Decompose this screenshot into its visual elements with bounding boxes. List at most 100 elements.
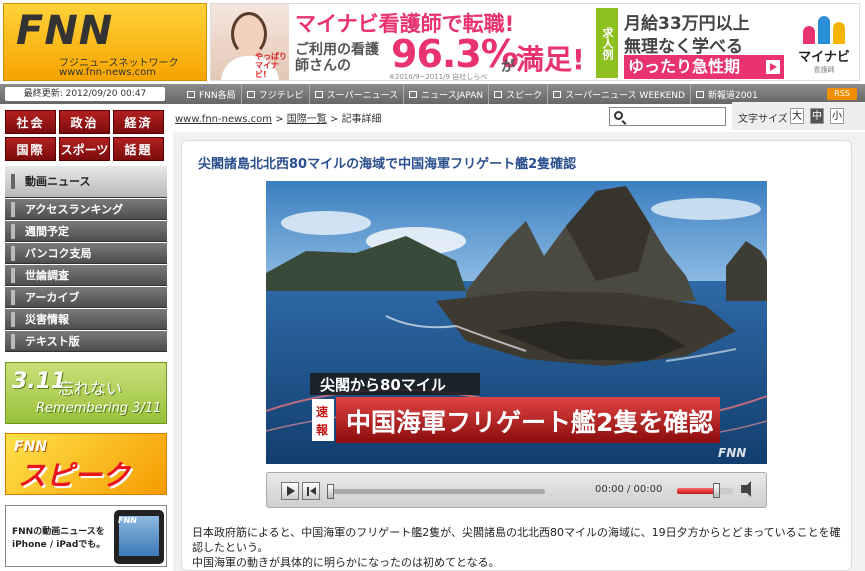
mynavi-mark-bar xyxy=(818,16,830,44)
network-links: FNN各局 フジテレビ スーパーニュース ニュースJAPAN スピーク スーパー… xyxy=(182,84,763,104)
breadcrumb: www.fnn-news.com > 国際一覧 > 記事詳細 xyxy=(175,110,382,125)
breadcrumb-home[interactable]: www.fnn-news.com xyxy=(175,114,272,125)
video-caption-big: 中国海軍フリゲート艦2隻を確認 xyxy=(346,408,713,437)
mynavi-logo: マイナビ 看護師 xyxy=(791,8,857,78)
category-international[interactable]: 国際 xyxy=(5,137,56,161)
font-size-small-button[interactable]: 小 xyxy=(830,108,844,124)
nav-link-label: フジテレビ xyxy=(258,90,304,101)
tv-icon xyxy=(246,90,255,98)
search-box[interactable] xyxy=(609,107,726,126)
nav-link-label: スーパーニュース WEEKEND xyxy=(565,90,685,101)
sidebar-item-video-news[interactable]: 動画ニュース xyxy=(5,166,167,198)
video-player-screen[interactable]: 尖閣から80マイル 速報 中国海軍フリゲート艦2隻を確認 FNN xyxy=(266,181,767,464)
ad-particle: が xyxy=(501,59,515,75)
sidebar-item-opinion-poll[interactable]: 世論調査 xyxy=(5,265,167,286)
video-watermark: FNN xyxy=(718,446,746,460)
font-size-selector: 文字サイズ 大 中 小 xyxy=(732,102,865,130)
font-size-label: 文字サイズ xyxy=(738,114,788,125)
nav-link-fnn-stations[interactable]: FNN各局 xyxy=(182,84,241,104)
ad-cta[interactable]: ゆったり急性期 xyxy=(624,55,784,79)
mynavi-mark-bar xyxy=(803,26,815,44)
banner-speak-title: スピーク xyxy=(18,459,131,492)
nav-link-super-news-weekend[interactable]: スーパーニュース WEEKEND xyxy=(547,84,690,104)
video-frame: 尖閣から80マイル 速報 中国海軍フリゲート艦2隻を確認 FNN xyxy=(266,181,767,464)
ad-percent: 96.3% xyxy=(391,32,519,76)
banner-iphone-line1: FNNの動画ニュースを xyxy=(12,527,105,537)
mynavi-mark-bar xyxy=(833,22,845,44)
sidebar-item-weekly-schedule[interactable]: 週間予定 xyxy=(5,221,167,242)
last-updated: 最終更新: 2012/09/20 00:47 xyxy=(5,87,165,101)
seek-bar[interactable] xyxy=(327,484,545,499)
search-icon[interactable] xyxy=(614,111,623,120)
nav-link-label: スーパーニュース xyxy=(326,90,399,101)
search-input[interactable] xyxy=(628,109,723,124)
breadcrumb-separator: > xyxy=(275,114,284,125)
nav-link-label: ニュースJAPAN xyxy=(421,90,484,101)
sidebar-item-access-ranking[interactable]: アクセスランキング xyxy=(5,199,167,220)
category-society[interactable]: 社会 xyxy=(5,110,56,134)
tv-icon xyxy=(409,90,418,98)
seek-handle[interactable] xyxy=(327,484,334,499)
ad-salary: 月給33万円以上 xyxy=(624,14,750,34)
site-header: FNN フジニュースネットワーク www.fnn-news.com やっぱりマイ… xyxy=(0,0,865,84)
playback-time: 00:00 / 00:00 xyxy=(595,484,663,495)
speaker-icon[interactable] xyxy=(741,481,751,497)
banner311-text: 忘れない xyxy=(58,379,123,398)
banner-iphone-logo: FNN xyxy=(118,516,137,525)
play-icon xyxy=(287,486,295,496)
ad-cta-label: ゆったり急性期 xyxy=(628,57,741,76)
category-economy[interactable]: 経済 xyxy=(113,110,164,134)
tv-icon xyxy=(695,90,704,98)
sidebar-item-archive[interactable]: アーカイブ xyxy=(5,287,167,308)
tv-icon xyxy=(494,90,503,98)
tv-icon xyxy=(314,90,323,98)
logo-url: www.fnn-news.com xyxy=(59,67,157,78)
volume-slider[interactable] xyxy=(677,483,733,498)
arrow-right-icon xyxy=(766,60,780,74)
nav-link-super-news[interactable]: スーパーニュース xyxy=(308,84,403,104)
top-navbar: 最終更新: 2012/09/20 00:47 FNN各局 フジテレビ スーパーニ… xyxy=(0,84,865,104)
article-title: 尖閣諸島北北西80マイルの海域で中国海軍フリゲート艦2隻確認 xyxy=(198,157,577,172)
sidebar-item-disaster-info[interactable]: 災害情報 xyxy=(5,309,167,330)
font-size-large-button[interactable]: 大 xyxy=(790,108,804,124)
nav-link-label: FNN各局 xyxy=(199,90,236,101)
rewind-button[interactable] xyxy=(302,482,320,500)
ad-photo: やっぱりマイナビ! xyxy=(211,4,289,80)
mynavi-name: マイナビ xyxy=(798,50,850,65)
category-politics[interactable]: 政治 xyxy=(59,110,110,134)
banner-fnn-speak[interactable]: FNN スピーク xyxy=(5,433,167,495)
banner-iphone-app[interactable]: FNNの動画ニュースを iPhone / iPadでも。 FNN xyxy=(5,505,167,567)
banner311-subtext: Remembering 3/11 xyxy=(36,401,162,416)
rss-button[interactable]: RSS xyxy=(827,88,857,100)
left-sidebar: 社会 政治 経済 国際 スポーツ 話題 動画ニュース アクセスランキング 週間予… xyxy=(3,106,169,571)
category-topics[interactable]: 話題 xyxy=(113,137,164,161)
sidebar-item-bangkok-bureau[interactable]: バンコク支局 xyxy=(5,243,167,264)
banner-remembering-311[interactable]: 3.11 忘れない Remembering 3/11 xyxy=(5,362,167,424)
video-controls: 00:00 / 00:00 xyxy=(266,472,767,508)
ad-learn: 無理なく学べる xyxy=(624,37,743,57)
mynavi-mark-icon xyxy=(801,14,847,44)
ad-photo-tag: やっぱりマイナビ! xyxy=(255,52,287,79)
category-sports[interactable]: スポーツ xyxy=(59,137,110,161)
volume-handle[interactable] xyxy=(713,483,721,498)
nav-link-label: スピーク xyxy=(506,90,543,101)
nav-link-fujitv[interactable]: フジテレビ xyxy=(240,84,309,104)
video-caption-small: 尖閣から80マイル xyxy=(320,376,446,394)
play-button[interactable] xyxy=(281,482,299,500)
article-body: 日本政府筋によると、中国海軍のフリゲート艦2隻が、尖閣諸島の北北西80マイルの海… xyxy=(192,525,847,570)
mynavi-sub: 看護師 xyxy=(813,66,835,74)
fnn-logo[interactable]: FNN フジニュースネットワーク www.fnn-news.com xyxy=(3,3,207,81)
main-content: 尖閣諸島北北西80マイルの海域で中国海軍フリゲート艦2隻確認 尖閣から80マイル… xyxy=(173,132,865,571)
breadcrumb-international[interactable]: 国際一覧 xyxy=(287,114,327,125)
nav-link-news-japan[interactable]: ニュースJAPAN xyxy=(403,84,488,104)
font-size-medium-button[interactable]: 中 xyxy=(810,108,824,124)
ad-satisfied: 満足! xyxy=(516,43,585,76)
nav-link-shinhodo-2001[interactable]: 新報道2001 xyxy=(689,84,763,104)
ad-photo-face xyxy=(231,12,267,56)
ad-note: ※2010/9~2011/9 自社しらべ xyxy=(389,73,488,81)
ad-banner[interactable]: やっぱりマイナビ! マイナビ看護師で転職! ご利用の看護師さんの 96.3% が… xyxy=(210,3,860,81)
breadcrumb-separator: > xyxy=(329,114,339,125)
article-paragraph: 中国海軍の動きが具体的に明らかになったのは初めてとなる。 xyxy=(192,556,500,569)
nav-link-speak[interactable]: スピーク xyxy=(488,84,547,104)
sidebar-item-text-version[interactable]: テキスト版 xyxy=(5,331,167,352)
